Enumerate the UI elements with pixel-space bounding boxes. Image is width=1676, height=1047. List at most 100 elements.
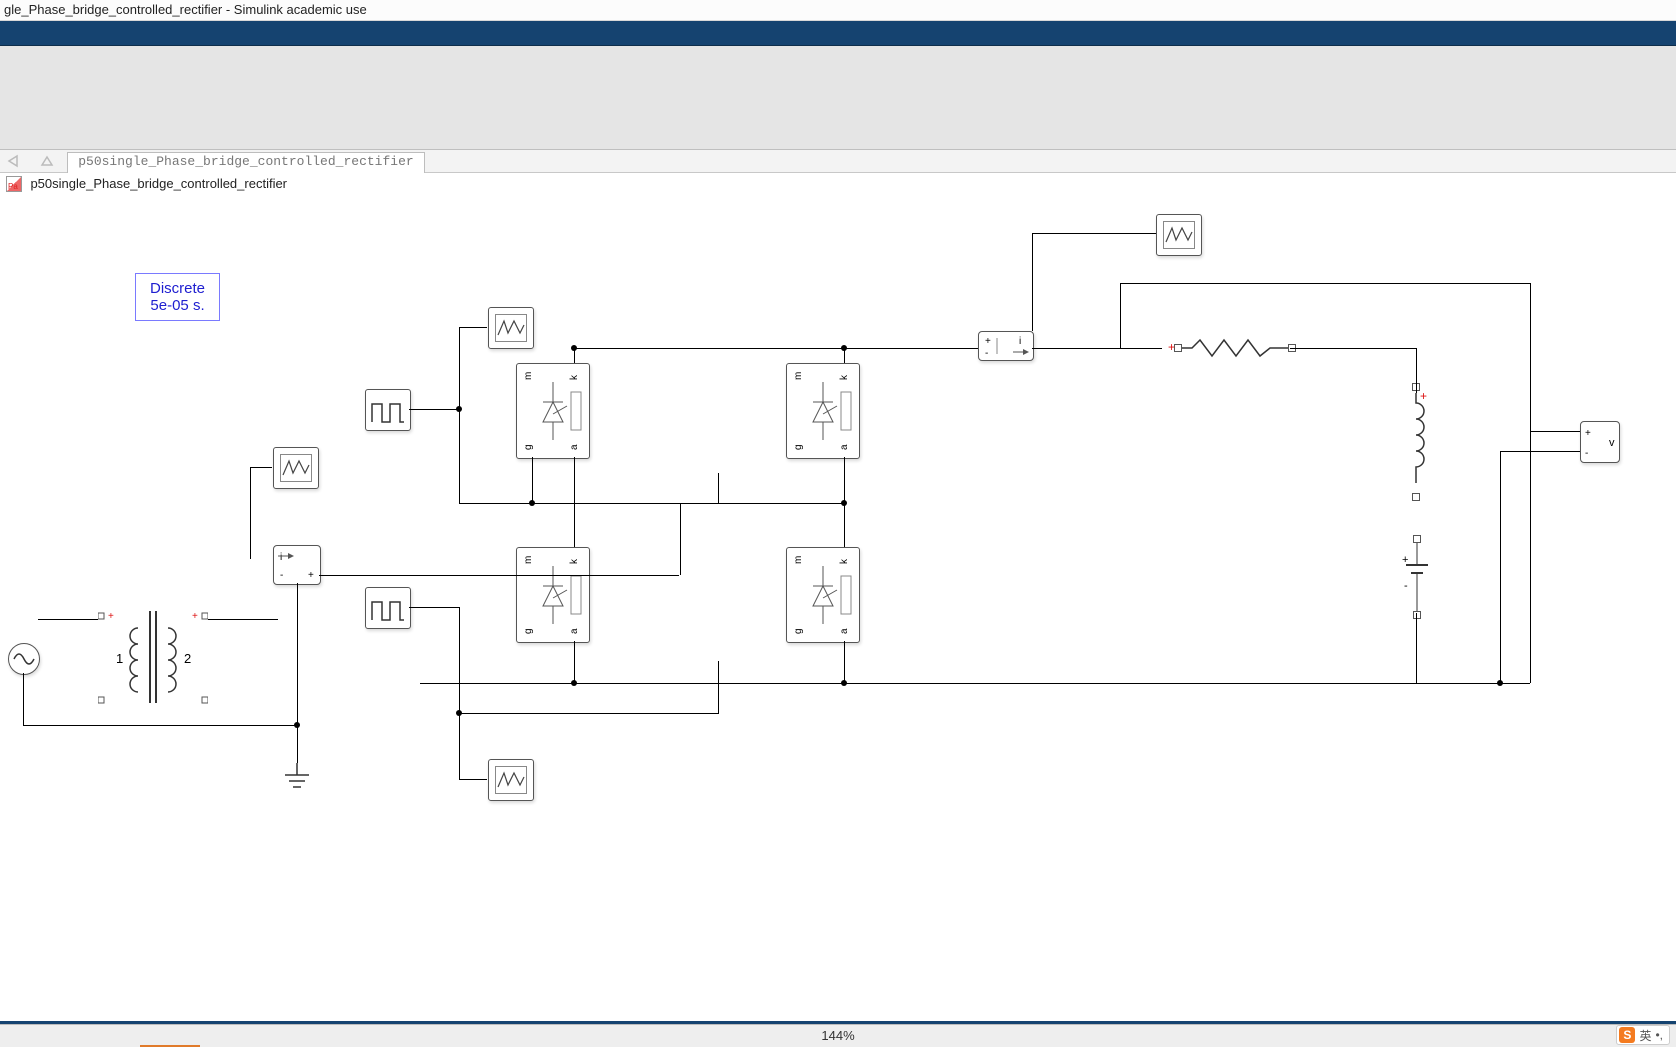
wire — [208, 619, 278, 620]
wire — [532, 457, 533, 503]
svg-text:+: + — [192, 611, 198, 622]
current-measurement-block[interactable]: +- i — [978, 331, 1034, 361]
wire — [297, 583, 298, 763]
svg-text:-: - — [985, 348, 988, 359]
pulse-icon — [370, 394, 406, 426]
zoom-level[interactable]: 144% — [821, 1025, 854, 1047]
wire — [459, 409, 460, 503]
wire — [409, 607, 459, 608]
svg-text:k: k — [839, 374, 850, 380]
thyristor-2[interactable]: mk ga — [786, 363, 860, 459]
title-bar: gle_Phase_bridge_controlled_rectifier - … — [0, 0, 1676, 21]
port-icon — [1413, 611, 1421, 619]
powergui-block[interactable]: Discrete 5e-05 s. — [135, 273, 220, 321]
nav-up-icon[interactable] — [38, 152, 56, 170]
pulse-generator-1[interactable] — [365, 389, 411, 431]
toolbar-area[interactable] — [0, 46, 1676, 150]
svg-text:-: - — [280, 570, 283, 581]
resistor-icon — [1180, 338, 1290, 358]
svg-text:m: m — [523, 556, 534, 564]
svg-text:+: + — [108, 611, 114, 622]
sine-icon — [9, 644, 39, 674]
voltage-measurement-block[interactable]: +- v — [1580, 421, 1620, 463]
wire — [319, 575, 679, 576]
wire — [23, 673, 24, 725]
current-measurement-2[interactable]: i - + — [273, 545, 321, 585]
svg-text:g: g — [523, 628, 534, 634]
breadcrumb[interactable]: p50single_Phase_bridge_controlled_rectif… — [67, 152, 424, 173]
simulink-canvas[interactable]: Discrete 5e-05 s. m k — [0, 193, 1676, 1023]
nav-bar: p50single_Phase_bridge_controlled_rectif… — [0, 150, 1676, 173]
scope-icon — [496, 315, 526, 341]
port-icon — [1412, 493, 1420, 501]
svg-text:i: i — [280, 552, 282, 563]
inductor-icon — [1406, 393, 1426, 493]
status-bar: 144% S 英 •, — [0, 1024, 1676, 1047]
nav-back-icon[interactable] — [4, 152, 22, 170]
ac-voltage-source[interactable] — [8, 643, 40, 675]
wire — [574, 348, 575, 363]
scope-icon — [281, 455, 311, 481]
resistor-block[interactable]: + — [1180, 338, 1290, 358]
svg-text:k: k — [569, 374, 580, 380]
wire — [844, 641, 845, 683]
dc-voltage-source[interactable]: +- — [1400, 543, 1434, 613]
wire — [574, 457, 575, 547]
scope-icon — [1164, 222, 1194, 248]
wire — [1032, 348, 1162, 349]
simulink-model-icon[interactable] — [6, 176, 22, 192]
scope-block-2[interactable] — [273, 447, 319, 489]
wire — [250, 467, 272, 468]
wire — [574, 641, 575, 683]
solver-line1: Discrete — [150, 280, 205, 297]
voltmeter-icon: +- v — [1581, 422, 1619, 462]
ammeter-icon: i - + — [274, 546, 320, 584]
thyristor-icon: mk ga — [787, 364, 859, 458]
wire — [459, 607, 460, 779]
wire — [1120, 283, 1121, 349]
inductor-block[interactable]: + — [1406, 393, 1426, 493]
svg-text:g: g — [523, 444, 534, 450]
ime-more-icon: •, — [1655, 1028, 1663, 1042]
pulse-generator-2[interactable] — [365, 587, 411, 629]
wire — [250, 489, 251, 559]
wire — [1120, 283, 1530, 284]
thyristor-4[interactable]: mk ga — [786, 547, 860, 643]
wire — [844, 348, 845, 363]
ime-logo-icon: S — [1619, 1027, 1635, 1043]
solver-line2: 5e-05 s. — [150, 297, 205, 314]
thyristor-1[interactable]: mk ga — [516, 363, 590, 459]
wire — [574, 348, 978, 349]
polarity-plus-icon: + — [1168, 340, 1175, 354]
thyristor-icon: mk ga — [517, 548, 589, 642]
pulse-icon — [370, 592, 406, 624]
thyristor-icon: mk ga — [787, 548, 859, 642]
svg-text:-: - — [1404, 580, 1408, 592]
wire — [409, 409, 459, 410]
transformer-block[interactable]: + + 1 2 — [98, 603, 208, 713]
wire — [420, 683, 1420, 684]
transformer-secondary-label: 2 — [184, 651, 191, 666]
thyristor-3[interactable]: mk ga — [516, 547, 590, 643]
window-title: gle_Phase_bridge_controlled_rectifier - … — [4, 2, 367, 17]
wire — [1290, 348, 1416, 349]
port-icon — [1174, 344, 1182, 352]
svg-text:m: m — [793, 556, 804, 564]
scope-block-4[interactable] — [1156, 214, 1202, 256]
svg-text:i: i — [1019, 336, 1021, 347]
scope-block-1[interactable] — [488, 307, 534, 349]
svg-text:m: m — [793, 372, 804, 380]
wire — [459, 779, 487, 780]
svg-text:+: + — [308, 570, 314, 581]
wire — [459, 713, 719, 714]
scope-block-3[interactable] — [488, 759, 534, 801]
ime-lang-label: 英 — [1639, 1027, 1651, 1044]
menubar[interactable] — [0, 21, 1676, 46]
ime-badge[interactable]: S 英 •, — [1616, 1025, 1670, 1045]
model-name-label[interactable]: p50single_Phase_bridge_controlled_rectif… — [30, 176, 287, 191]
svg-text:g: g — [793, 444, 804, 450]
ground-block[interactable] — [282, 763, 312, 791]
junction-node-icon — [841, 680, 847, 686]
junction-node-icon — [294, 722, 300, 728]
svg-text:g: g — [793, 628, 804, 634]
